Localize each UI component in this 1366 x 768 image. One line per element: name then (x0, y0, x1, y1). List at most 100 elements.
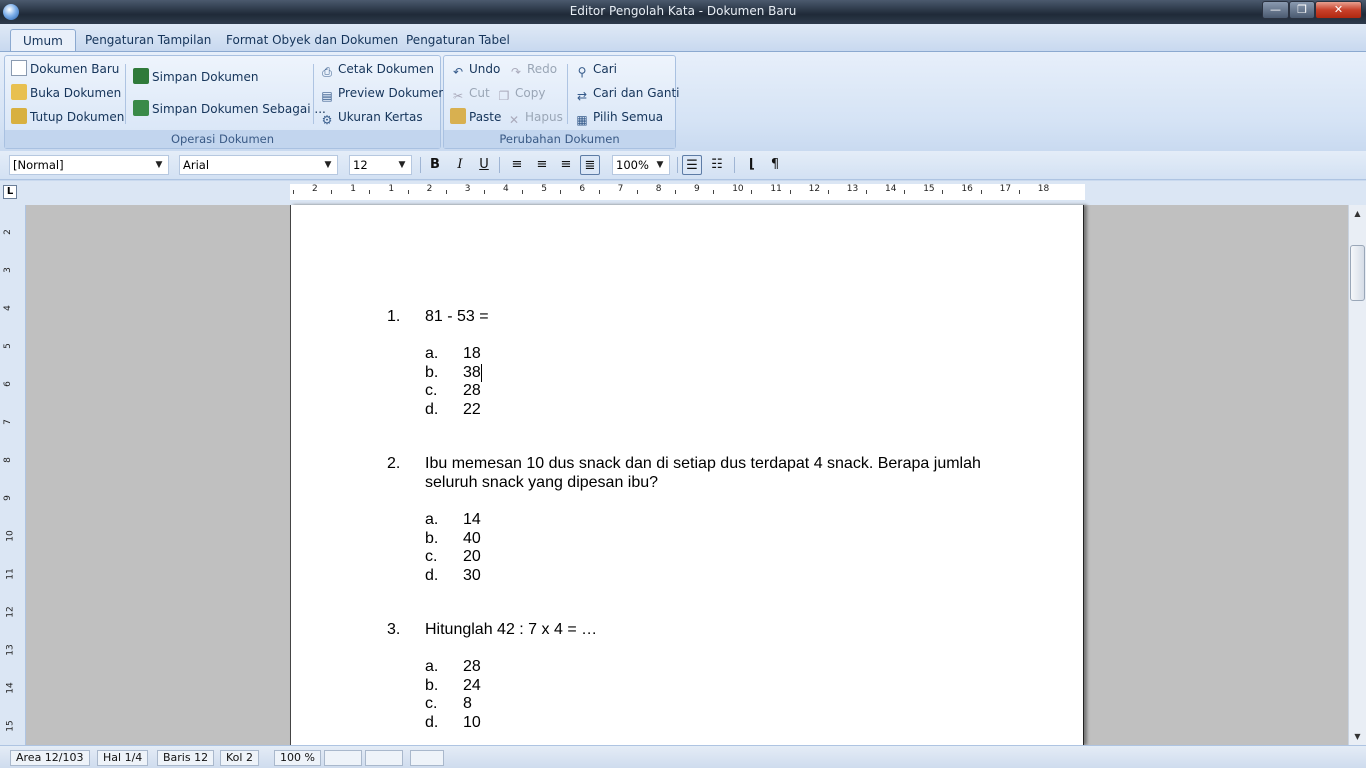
option-letter: d. (425, 713, 439, 731)
option-value: 18 (463, 345, 481, 362)
ruler-number: 1 (350, 184, 356, 194)
option-letter: c. (425, 382, 438, 400)
tutup-dokumen-button[interactable]: Tutup Dokumen (11, 106, 124, 128)
chevron-down-icon: ▼ (656, 160, 664, 170)
hapus-button[interactable]: ✕ Hapus (506, 106, 563, 128)
simpan-dokumen-button[interactable]: Simpan Dokumen (133, 66, 258, 88)
ruler-number: 2 (312, 184, 318, 194)
separator (313, 64, 314, 124)
vertical-ruler-number: 6 (2, 381, 13, 387)
document-page[interactable]: 1. 81 - 53 = a. 18 b. 38 c. 28 d. 22 2. Ibu memesan… (290, 205, 1084, 745)
option-value: 20 (463, 548, 481, 566)
vertical-scrollbar[interactable]: ▲ ▼ (1348, 205, 1366, 745)
maximize-button[interactable]: ❐ (1289, 1, 1315, 19)
show-formatting-button[interactable]: ¶ (765, 155, 785, 175)
close-button[interactable]: ✕ (1315, 1, 1362, 19)
vertical-ruler-number: 11 (5, 568, 16, 580)
style-select[interactable]: [Normal] ▼ (9, 155, 169, 175)
tab-stop-icon[interactable]: ⌊ (742, 155, 762, 175)
option-value: 40 (463, 529, 481, 547)
tab-format-obyek[interactable]: Format Obyek dan Dokumen (214, 29, 410, 52)
save-disk-icon (133, 68, 149, 84)
new-document-icon (11, 60, 27, 76)
ruler-number: 9 (694, 184, 700, 194)
ruler-number: 12 (808, 184, 821, 194)
ruler-tick (866, 190, 867, 194)
tab-type-selector[interactable]: L (3, 185, 17, 199)
question-text: Hitunglah 42 : 7 x 4 = … (425, 621, 598, 638)
copy-icon: ❐ (498, 89, 510, 103)
question-text: 81 - 53 = (425, 308, 489, 325)
scroll-thumb[interactable] (1350, 245, 1365, 301)
align-center-icon[interactable]: ≡ (532, 155, 552, 175)
group-operasi-dokumen: Dokumen Baru Buka Dokumen Tutup Dokumen … (4, 55, 446, 149)
minimize-button[interactable]: — (1262, 1, 1289, 19)
option-value: 30 (463, 566, 481, 584)
cut-button[interactable]: ✂ Cut (450, 82, 490, 104)
numbered-list-icon[interactable]: ☰ (682, 155, 702, 175)
scroll-up-icon[interactable]: ▲ (1349, 205, 1366, 222)
option-value: 28 (463, 382, 481, 400)
tab-umum[interactable]: Umum (10, 29, 76, 52)
select-all-icon: ▦ (576, 113, 588, 127)
cari-button[interactable]: ⚲ Cari (574, 58, 617, 80)
underline-button[interactable]: U (474, 155, 494, 175)
font-select[interactable]: Arial ▼ (179, 155, 338, 175)
bullet-list-icon[interactable]: ☷ (707, 155, 727, 175)
tab-pengaturan-tampilan[interactable]: Pengaturan Tampilan (73, 29, 223, 52)
align-right-icon[interactable]: ≡ (556, 155, 576, 175)
chevron-down-icon: ▼ (398, 160, 406, 170)
ruler-tick (598, 190, 600, 194)
simpan-sebagai-button[interactable]: Simpan Dokumen Sebagai ... (133, 98, 326, 120)
status-column: Kol 2 (220, 750, 259, 766)
ruler-tick (522, 190, 524, 194)
vertical-ruler-number: 10 (5, 530, 16, 542)
copy-button[interactable]: ❐ Copy (496, 82, 546, 104)
dokumen-baru-button[interactable]: Dokumen Baru (11, 58, 119, 80)
option-value: 8 (463, 695, 472, 713)
cari-ganti-button[interactable]: ⇄ Cari dan Ganti (574, 82, 680, 104)
ruler-tick (407, 190, 409, 194)
ukuran-kertas-button[interactable]: ⚙ Ukuran Kertas (319, 106, 423, 128)
question-text: Ibu memesan 10 dus snack dan di setiap d… (425, 455, 981, 472)
ruler-number: 14 (885, 184, 897, 194)
page-size-icon: ⚙ (321, 113, 333, 127)
chevron-down-icon: ▼ (324, 160, 332, 170)
format-toolbar: [Normal] ▼ Arial ▼ 12 ▼ B I U ≡ ≡ ≡ ≣ 100% ▼… (0, 151, 1366, 180)
paste-button[interactable]: Paste (450, 106, 501, 128)
pilih-semua-button[interactable]: ▦ Pilih Semua (574, 106, 663, 128)
ruler-track[interactable]: 2 1 1 2 3 4 5 6 7 8 9 10 11 12 13 14 15 16 17 18 (290, 184, 1085, 200)
align-justify-icon[interactable]: ≣ (580, 155, 600, 175)
zoom-select[interactable]: 100% ▼ (612, 155, 670, 175)
replace-icon: ⇄ (576, 89, 588, 103)
ruler-number: 4 (503, 184, 509, 194)
document-workarea[interactable]: 1. 81 - 53 = a. 18 b. 38 c. 28 d. 22 2. Ibu memesan… (26, 205, 1348, 745)
option-letter: a. (425, 511, 439, 528)
cetak-dokumen-button[interactable]: ⎙ Cetak Dokumen (319, 58, 434, 80)
question-text: seluruh snack yang dipesan ibu? (425, 474, 659, 491)
font-size-select[interactable]: 12 ▼ (349, 155, 412, 175)
ruler-tick (1018, 190, 1020, 194)
align-left-icon[interactable]: ≡ (507, 155, 527, 175)
ruler-number: 7 (617, 184, 624, 194)
ruler-number: 11 (770, 184, 782, 194)
buka-dokumen-button[interactable]: Buka Dokumen (11, 82, 121, 104)
option-letter: c. (425, 548, 438, 566)
horizontal-ruler[interactable]: L 2 1 1 2 3 4 5 6 7 8 9 10 11 12 13 14 15 16 17 18 (0, 181, 1366, 205)
preview-icon: ▤ (321, 89, 333, 103)
scroll-down-icon[interactable]: ▼ (1349, 728, 1366, 745)
ruler-number: 1 (388, 184, 395, 194)
undo-icon: ↶ (452, 65, 464, 79)
redo-button[interactable]: ↷ Redo (508, 58, 557, 80)
title-bar: Editor Pengolah Kata - Dokumen Baru — ❐ … (0, 0, 1366, 24)
tab-pengaturan-tabel[interactable]: Pengaturan Tabel (394, 29, 522, 52)
vertical-ruler-number: 2 (2, 229, 13, 235)
preview-dokumen-button[interactable]: ▤ Preview Dokumen (319, 82, 446, 104)
ruler-tick (904, 190, 906, 194)
undo-button[interactable]: ↶ Undo (450, 58, 500, 80)
question-number: 2. (387, 455, 401, 472)
option-letter: d. (425, 400, 439, 418)
italic-button[interactable]: I (450, 155, 470, 175)
status-bar: Area 12/103 Hal 1/4 Baris 12 Kol 2 100 % (0, 745, 1366, 768)
bold-button[interactable]: B (425, 155, 445, 175)
